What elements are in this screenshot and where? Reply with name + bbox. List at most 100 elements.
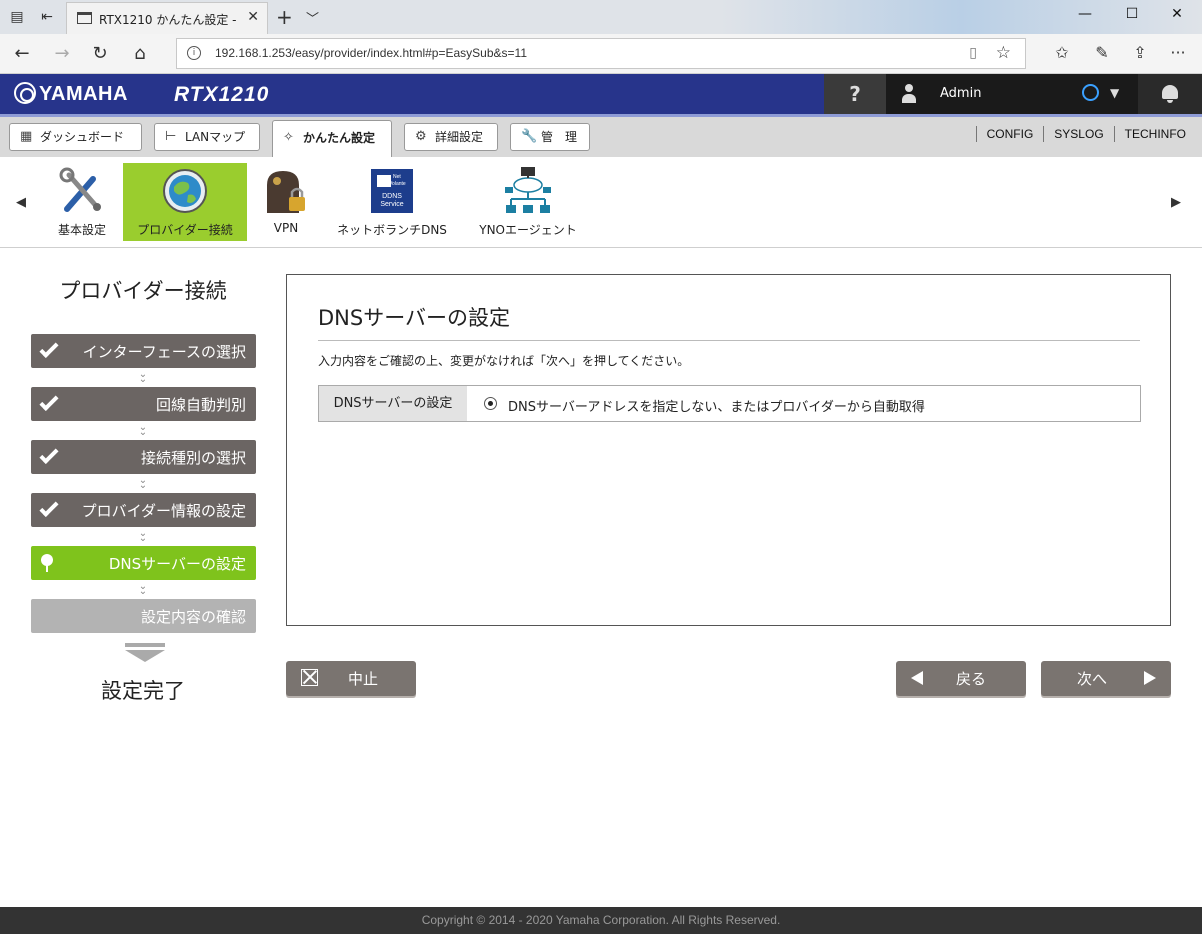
pin-icon xyxy=(41,554,53,572)
ddns-badge-text-2: Volante xyxy=(389,181,406,187)
menu-easy-setup[interactable]: ✧ かんたん設定 xyxy=(272,120,392,157)
wizard-final: 設定完了 xyxy=(101,679,185,703)
dns-setting-label: DNSサーバーの設定 xyxy=(319,386,467,421)
bell-icon xyxy=(1162,85,1178,103)
double-chevron-down-icon: ⌄ ⌄ xyxy=(138,528,148,544)
back-button[interactable]: 戻る xyxy=(896,661,1026,696)
techinfo-link[interactable]: TECHINFO xyxy=(1113,126,1202,142)
submenu-label: ネットボランチDNS xyxy=(337,223,447,237)
minimize-icon[interactable]: — xyxy=(1070,6,1100,22)
submenu-provider-connection[interactable]: プロバイダー接続 xyxy=(123,163,247,241)
sub-menu: ◀ 基本設定 プロバイダー接続 VPN Net Volante DDNS Ser… xyxy=(0,157,1202,248)
url-text[interactable]: 192.168.1.253/easy/provider/index.html#p… xyxy=(215,46,527,60)
submenu-vpn[interactable]: VPN xyxy=(256,163,316,241)
checkmark-icon xyxy=(39,391,59,412)
submenu-basic-settings[interactable]: 基本設定 xyxy=(52,163,112,241)
wizard-step-confirm: 設定内容の確認 xyxy=(31,599,256,633)
ddns-service-icon: Net Volante DDNS Service xyxy=(371,169,413,213)
new-tab-icon[interactable]: + xyxy=(276,5,293,29)
yamaha-logo: YAMAHA xyxy=(14,82,128,106)
double-chevron-down-icon: ⌄ ⌄ xyxy=(138,369,148,385)
vpn-keys-icon xyxy=(267,171,305,213)
wizard-title: プロバイダー接続 xyxy=(59,279,227,303)
forward-arrow-icon[interactable]: → xyxy=(50,43,74,65)
triangle-left-icon xyxy=(911,671,923,685)
wizard-step-provider-info: プロバイダー情報の設定 xyxy=(31,493,256,527)
info-icon[interactable]: i xyxy=(187,46,201,60)
submenu-yno-agent[interactable]: YNOエージェント xyxy=(472,163,584,241)
menu-advanced-settings[interactable]: ⚙ 詳細設定 xyxy=(404,123,498,151)
home-icon[interactable]: ⌂ xyxy=(128,43,152,65)
menu-label: 管 理 xyxy=(541,130,578,144)
maximize-icon[interactable]: ☐ xyxy=(1117,6,1147,22)
wizard-step-label: 回線自動判別 xyxy=(155,396,246,414)
submenu-label: YNOエージェント xyxy=(479,223,577,237)
wizard-step-label: インターフェースの選択 xyxy=(82,343,246,361)
config-link[interactable]: CONFIG xyxy=(975,126,1044,142)
footer: Copyright © 2014 - 2020 Yamaha Corporati… xyxy=(0,907,1202,934)
page-icon xyxy=(77,12,92,24)
browser-tab-title: RTX1210 かんたん設定 - Y xyxy=(99,13,239,27)
close-tab-icon[interactable]: ✕ xyxy=(247,9,259,25)
chevron-down-icon[interactable]: ▼ xyxy=(1110,86,1119,100)
ddns-badge-text-1: Net xyxy=(393,174,401,180)
menu-management[interactable]: 🔧 管 理 xyxy=(510,123,590,151)
address-bar: ← → ↻ ⌂ i 192.168.1.253/easy/provider/in… xyxy=(0,34,1202,74)
next-button[interactable]: 次へ xyxy=(1041,661,1171,696)
close-window-icon[interactable]: ✕ xyxy=(1162,6,1192,22)
user-menu[interactable]: Admin ▼ xyxy=(886,74,1138,114)
top-links: CONFIG SYSLOG TECHINFO xyxy=(975,126,1202,142)
ddns-badge-text-3: DDNS xyxy=(382,193,402,200)
share-icon[interactable]: ⇪ xyxy=(1128,43,1152,62)
main-menu: ▦ ダッシュボード ⊢ LANマップ ✧ かんたん設定 ⚙ 詳細設定 🔧 管 理 CONF… xyxy=(0,117,1202,157)
more-icon[interactable]: ··· xyxy=(1166,43,1190,62)
instruction-text: 入力内容をご確認の上、変更がなければ「次へ」を押してください。 xyxy=(318,354,690,368)
menu-dashboard[interactable]: ▦ ダッシュボード xyxy=(9,123,142,151)
menu-label: 詳細設定 xyxy=(435,130,484,144)
submenu-label: プロバイダー接続 xyxy=(137,223,233,237)
wizard-step-line-detect: 回線自動判別 xyxy=(31,387,256,421)
back-arrow-icon[interactable]: ← xyxy=(10,43,34,65)
magic-wand-icon: ✧ xyxy=(283,130,294,145)
down-arrow-icon xyxy=(125,643,165,662)
gear-icon: ⚙ xyxy=(415,129,427,144)
favorite-star-icon[interactable]: ☆ xyxy=(996,43,1011,63)
page-title: DNSサーバーの設定 xyxy=(318,306,510,330)
url-field[interactable]: i 192.168.1.253/easy/provider/index.html… xyxy=(176,38,1026,69)
wizard-step-connection-type: 接続種別の選択 xyxy=(31,440,256,474)
content-panel: DNSサーバーの設定 入力内容をご確認の上、変更がなければ「次へ」を押してくださ… xyxy=(286,274,1171,626)
user-name: Admin xyxy=(940,86,982,101)
browser-tab[interactable]: RTX1210 かんたん設定 - Y ✕ xyxy=(66,2,268,34)
submenu-netvolante-dns[interactable]: Net Volante DDNS Service ネットボランチDNS xyxy=(330,163,454,241)
browser-tab-bar: ▤ ⇤ RTX1210 かんたん設定 - Y ✕ + ﹀ — ☐ ✕ xyxy=(0,0,1202,34)
notification-button[interactable] xyxy=(1138,74,1202,114)
help-button[interactable]: ? xyxy=(824,74,886,114)
double-chevron-down-icon: ⌄ ⌄ xyxy=(138,475,148,491)
wrench-icon: 🔧 xyxy=(521,129,538,144)
menu-lan-map[interactable]: ⊢ LANマップ xyxy=(154,123,260,151)
wizard-step-label: プロバイダー情報の設定 xyxy=(81,502,246,520)
back-label: 戻る xyxy=(956,670,987,688)
tools-icon xyxy=(59,167,101,212)
reading-view-icon[interactable]: ▯ xyxy=(969,45,977,61)
scroll-right-icon[interactable]: ▶ xyxy=(1171,195,1181,210)
wizard-step-label: 接続種別の選択 xyxy=(140,449,246,467)
dns-auto-radio[interactable] xyxy=(484,397,497,410)
ddns-badge-text-4: Service xyxy=(380,201,403,208)
refresh-icon[interactable]: ↻ xyxy=(88,43,112,65)
scroll-left-icon[interactable]: ◀ xyxy=(16,195,26,210)
submenu-label: 基本設定 xyxy=(57,223,106,237)
cancel-button[interactable]: 中止 xyxy=(286,661,416,696)
checkmark-icon xyxy=(39,497,59,518)
menu-label: ダッシュボード xyxy=(40,130,125,144)
tab-list-chevron-icon[interactable]: ﹀ xyxy=(306,8,319,27)
syslog-link[interactable]: SYSLOG xyxy=(1043,126,1113,142)
close-box-icon xyxy=(301,669,318,686)
dns-auto-option-label[interactable]: DNSサーバーアドレスを指定しない、またはプロバイダーから自動取得 xyxy=(508,396,925,415)
tab-actions-icon[interactable]: ▤ xyxy=(8,8,26,26)
set-aside-tabs-icon[interactable]: ⇤ xyxy=(38,8,56,26)
menu-label: かんたん設定 xyxy=(303,131,376,145)
pen-icon[interactable]: ✎ xyxy=(1090,43,1114,62)
favorites-list-icon[interactable]: ✩ xyxy=(1050,43,1074,62)
lan-map-icon: ⊢ xyxy=(165,129,177,144)
